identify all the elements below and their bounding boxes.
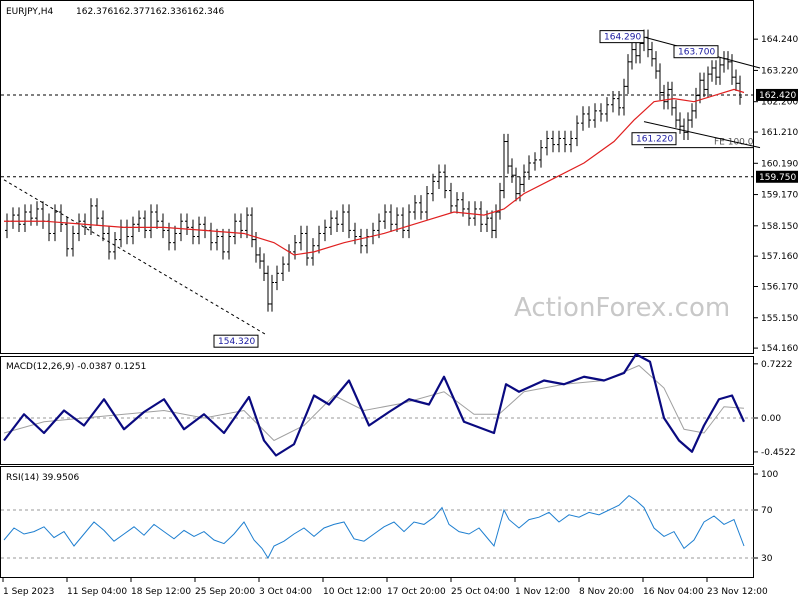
- price-tick-label: 156.170: [761, 282, 798, 292]
- price-tick-label: 160.190: [761, 159, 798, 169]
- price-callout-label: 154.320: [218, 337, 255, 347]
- macd-tick-label: 0.00: [761, 414, 781, 424]
- macd-tick-label: -0.4522: [761, 448, 796, 458]
- level-price-label: 162.420: [759, 91, 796, 101]
- ohlc-high: 162.377: [113, 7, 150, 17]
- chart-canvas: ActionForex.com FE 100.0164.290163.70016…: [0, 0, 798, 597]
- price-tick-label: 159.170: [761, 191, 798, 201]
- ohlc-low: 162.336: [150, 7, 187, 17]
- macd-panel-frame: [0, 356, 754, 465]
- rsi-panel-frame: [0, 466, 754, 578]
- price-tick-label: 161.210: [761, 128, 798, 138]
- price-callout-label: 163.700: [678, 48, 715, 58]
- chart-symbol: EURJPY,H4: [6, 7, 54, 17]
- x-tick-label: 17 Oct 20:00: [387, 587, 446, 597]
- price-tick-label: 154.160: [761, 344, 798, 354]
- x-tick-label: 3 Oct 04:00: [259, 587, 312, 597]
- x-tick-label: 10 Oct 12:00: [323, 587, 382, 597]
- macd-label: MACD(12,26,9) -0.0387 0.1251: [6, 362, 146, 372]
- x-tick-label: 1 Sep 2023: [3, 587, 54, 597]
- rsi-label: RSI(14) 39.9506: [6, 473, 79, 483]
- chart-window: ActionForex.com FE 100.0 164.290 163.700 16…: [0, 0, 800, 600]
- ohlc-close: 162.346: [187, 7, 224, 17]
- macd-tick-label: 0.7222: [761, 360, 793, 370]
- rsi-tick-label: 100: [761, 470, 778, 480]
- price-tick-label: 164.240: [761, 35, 798, 45]
- level-price-label: 159.750: [759, 173, 796, 183]
- x-tick-label: 11 Sep 04:00: [67, 587, 127, 597]
- x-tick-label: 8 Nov 20:00: [579, 587, 634, 597]
- rsi-tick-label: 30: [761, 554, 773, 564]
- price-tick-label: 163.220: [761, 66, 798, 76]
- watermark: ActionForex.com: [514, 293, 730, 323]
- x-tick-label: 18 Sep 12:00: [131, 587, 191, 597]
- rsi-tick-label: 70: [761, 506, 773, 516]
- ohlc-open: 162.376: [76, 7, 113, 17]
- price-tick-label: 157.160: [761, 252, 798, 262]
- x-tick-label: 23 Nov 12:00: [707, 587, 768, 597]
- price-callout-label: 161.220: [636, 135, 673, 145]
- x-tick-label: 25 Oct 04:00: [451, 587, 510, 597]
- x-tick-label: 25 Sep 20:00: [195, 587, 255, 597]
- price-tick-label: 158.150: [761, 222, 798, 232]
- x-tick-label: 1 Nov 12:00: [515, 587, 570, 597]
- price-callout-label: 164.290: [604, 33, 641, 43]
- price-tick-label: 155.150: [761, 314, 798, 324]
- x-tick-label: 16 Nov 04:00: [643, 587, 704, 597]
